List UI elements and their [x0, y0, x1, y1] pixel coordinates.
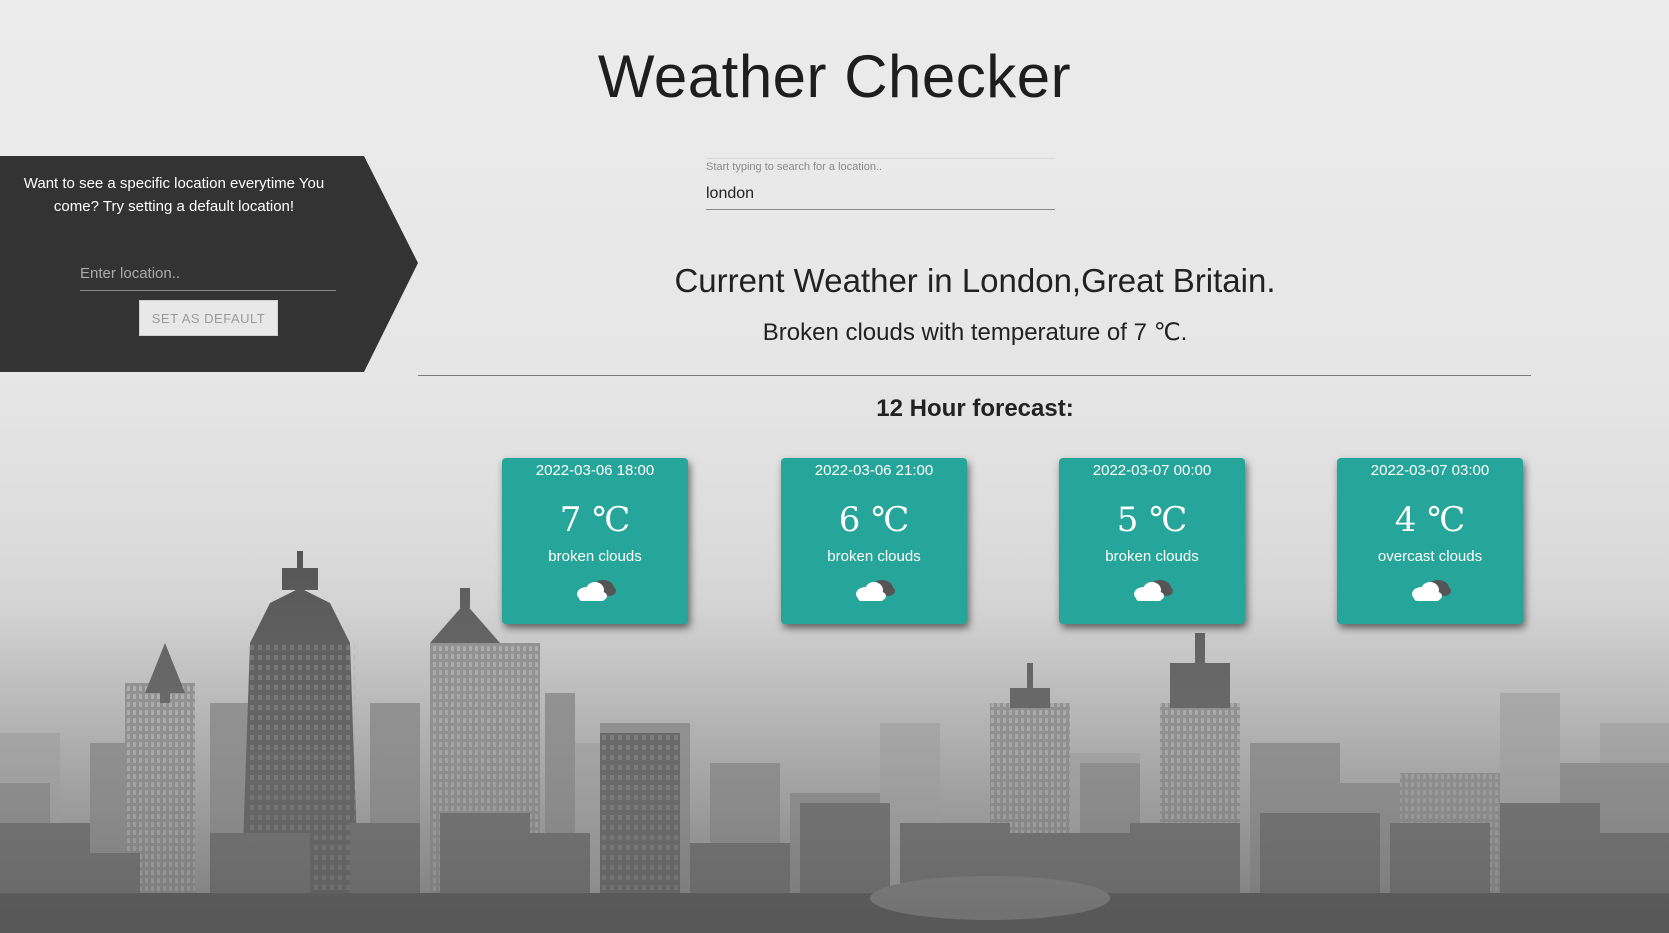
broken-clouds-icon [1134, 580, 1173, 601]
forecast-temperature: 6 ℃ [838, 500, 910, 540]
broken-clouds-icon [577, 580, 616, 601]
current-weather-heading: Current Weather in London,Great Britain. [674, 262, 1276, 299]
current-weather-description: Broken clouds with temperature of 7 ℃. [762, 319, 1188, 346]
weather-checker-page: Weather Checker Want to see a specific l… [0, 0, 1669, 933]
search-label: Start typing to search for a location.. [706, 158, 1055, 173]
location-search-input[interactable] [706, 179, 1055, 210]
broken-clouds-icon [856, 580, 895, 601]
overcast-clouds-icon [1412, 580, 1451, 601]
page-title: Weather Checker [597, 43, 1072, 110]
forecast-heading: 12 Hour forecast: [876, 395, 1074, 422]
forecast-card: 2022-03-06 21:00 6 ℃ broken clouds [781, 458, 967, 624]
location-search: Start typing to search for a location.. [706, 158, 1055, 210]
forecast-time: 2022-03-07 00:00 [1092, 462, 1212, 479]
set-as-default-button[interactable]: SET AS DEFAULT [139, 300, 278, 336]
forecast-temperature: 7 ℃ [559, 500, 631, 540]
forecast-time: 2022-03-07 03:00 [1370, 462, 1490, 479]
default-location-panel: Want to see a specific location everytim… [0, 156, 418, 372]
forecast-time: 2022-03-06 21:00 [814, 462, 934, 479]
forecast-time: 2022-03-06 18:00 [535, 462, 655, 479]
section-divider [418, 375, 1531, 376]
forecast-card: 2022-03-06 18:00 7 ℃ broken clouds [502, 458, 688, 624]
default-location-input[interactable] [80, 256, 336, 291]
forecast-condition: broken clouds [827, 548, 921, 565]
forecast-temperature: 4 ℃ [1394, 500, 1466, 540]
forecast-condition: overcast clouds [1377, 548, 1483, 565]
forecast-condition: broken clouds [548, 548, 642, 565]
forecast-condition: broken clouds [1105, 548, 1199, 565]
forecast-card: 2022-03-07 00:00 5 ℃ broken clouds [1059, 458, 1245, 624]
default-location-message: Want to see a specific location everytim… [23, 175, 325, 215]
forecast-card: 2022-03-07 03:00 4 ℃ overcast clouds [1337, 458, 1523, 624]
forecast-temperature: 5 ℃ [1116, 500, 1188, 540]
